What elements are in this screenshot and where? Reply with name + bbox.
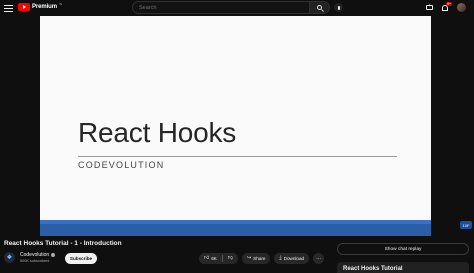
youtube-play-icon — [18, 3, 30, 11]
video-title: React Hooks Tutorial - 1 - Introduction — [4, 240, 122, 247]
video-frame-slide: React Hooks CODEVOLUTION — [40, 16, 431, 220]
channel-avatar-glyph: ❖ — [6, 255, 13, 261]
thumbs-down-icon: 👎︎ — [227, 255, 233, 261]
logo-country-code: IN — [58, 2, 62, 6]
slide-band — [40, 224, 431, 236]
video-actions: 👍︎ 6K 👎︎ ↪ Share ⤓ Download ··· — [199, 253, 325, 264]
download-button[interactable]: ⤓ Download — [274, 253, 310, 264]
account-avatar[interactable] — [457, 3, 466, 12]
channel-avatar[interactable]: ❖ — [4, 252, 15, 263]
side-badge[interactable]: 10F — [460, 221, 472, 229]
download-label: Download — [283, 256, 305, 261]
youtube-premium-logo[interactable]: Premium IN — [18, 2, 62, 11]
slide-divider — [78, 156, 397, 157]
like-dislike-group: 👍︎ 6K 👎︎ — [199, 253, 238, 264]
share-icon: ↪ — [246, 255, 252, 261]
channel-name-text: Codevolution — [20, 252, 50, 258]
subscribe-button[interactable]: Subscribe — [65, 253, 97, 264]
menu-icon[interactable] — [4, 5, 13, 12]
more-actions-button[interactable]: ··· — [313, 253, 325, 264]
search-bar — [132, 1, 330, 14]
download-icon: ⤓ — [279, 255, 282, 261]
subscriber-count: 500K subscribers — [20, 259, 50, 263]
share-label: Share — [253, 256, 266, 261]
show-chat-replay-button[interactable]: Show chat replay — [337, 243, 469, 255]
slide-subtitle: CODEVOLUTION — [78, 160, 165, 170]
channel-name[interactable]: Codevolution — [20, 252, 56, 258]
playlist-title: React Hooks Tutorial — [343, 266, 403, 272]
search-input[interactable] — [133, 2, 309, 13]
thumbs-up-icon: 👍︎ — [204, 255, 210, 261]
logo-text: Premium — [32, 4, 57, 10]
top-bar: Premium IN 9+ — [0, 0, 474, 16]
notifications-button[interactable]: 9+ — [441, 1, 452, 12]
dislike-button[interactable]: 👎︎ — [223, 253, 238, 264]
create-icon[interactable] — [426, 3, 433, 10]
like-button[interactable]: 👍︎ 6K — [199, 253, 222, 264]
search-button[interactable] — [309, 2, 329, 13]
search-icon — [317, 5, 322, 10]
share-button[interactable]: ↪ Share — [241, 253, 271, 264]
verified-icon — [51, 252, 56, 257]
notification-badge: 9+ — [446, 1, 452, 6]
playlist-panel[interactable]: React Hooks Tutorial — [337, 262, 469, 273]
microphone-icon — [337, 5, 340, 10]
youtube-watch-page: Premium IN 9+ React Hooks CODEVOLUTION — [0, 0, 474, 273]
header-right-icons: 9+ — [426, 1, 474, 14]
video-player[interactable]: React Hooks CODEVOLUTION — [40, 16, 431, 236]
voice-search-button[interactable] — [334, 3, 343, 12]
like-count: 6K — [211, 256, 217, 261]
slide-title: React Hooks — [78, 117, 237, 148]
